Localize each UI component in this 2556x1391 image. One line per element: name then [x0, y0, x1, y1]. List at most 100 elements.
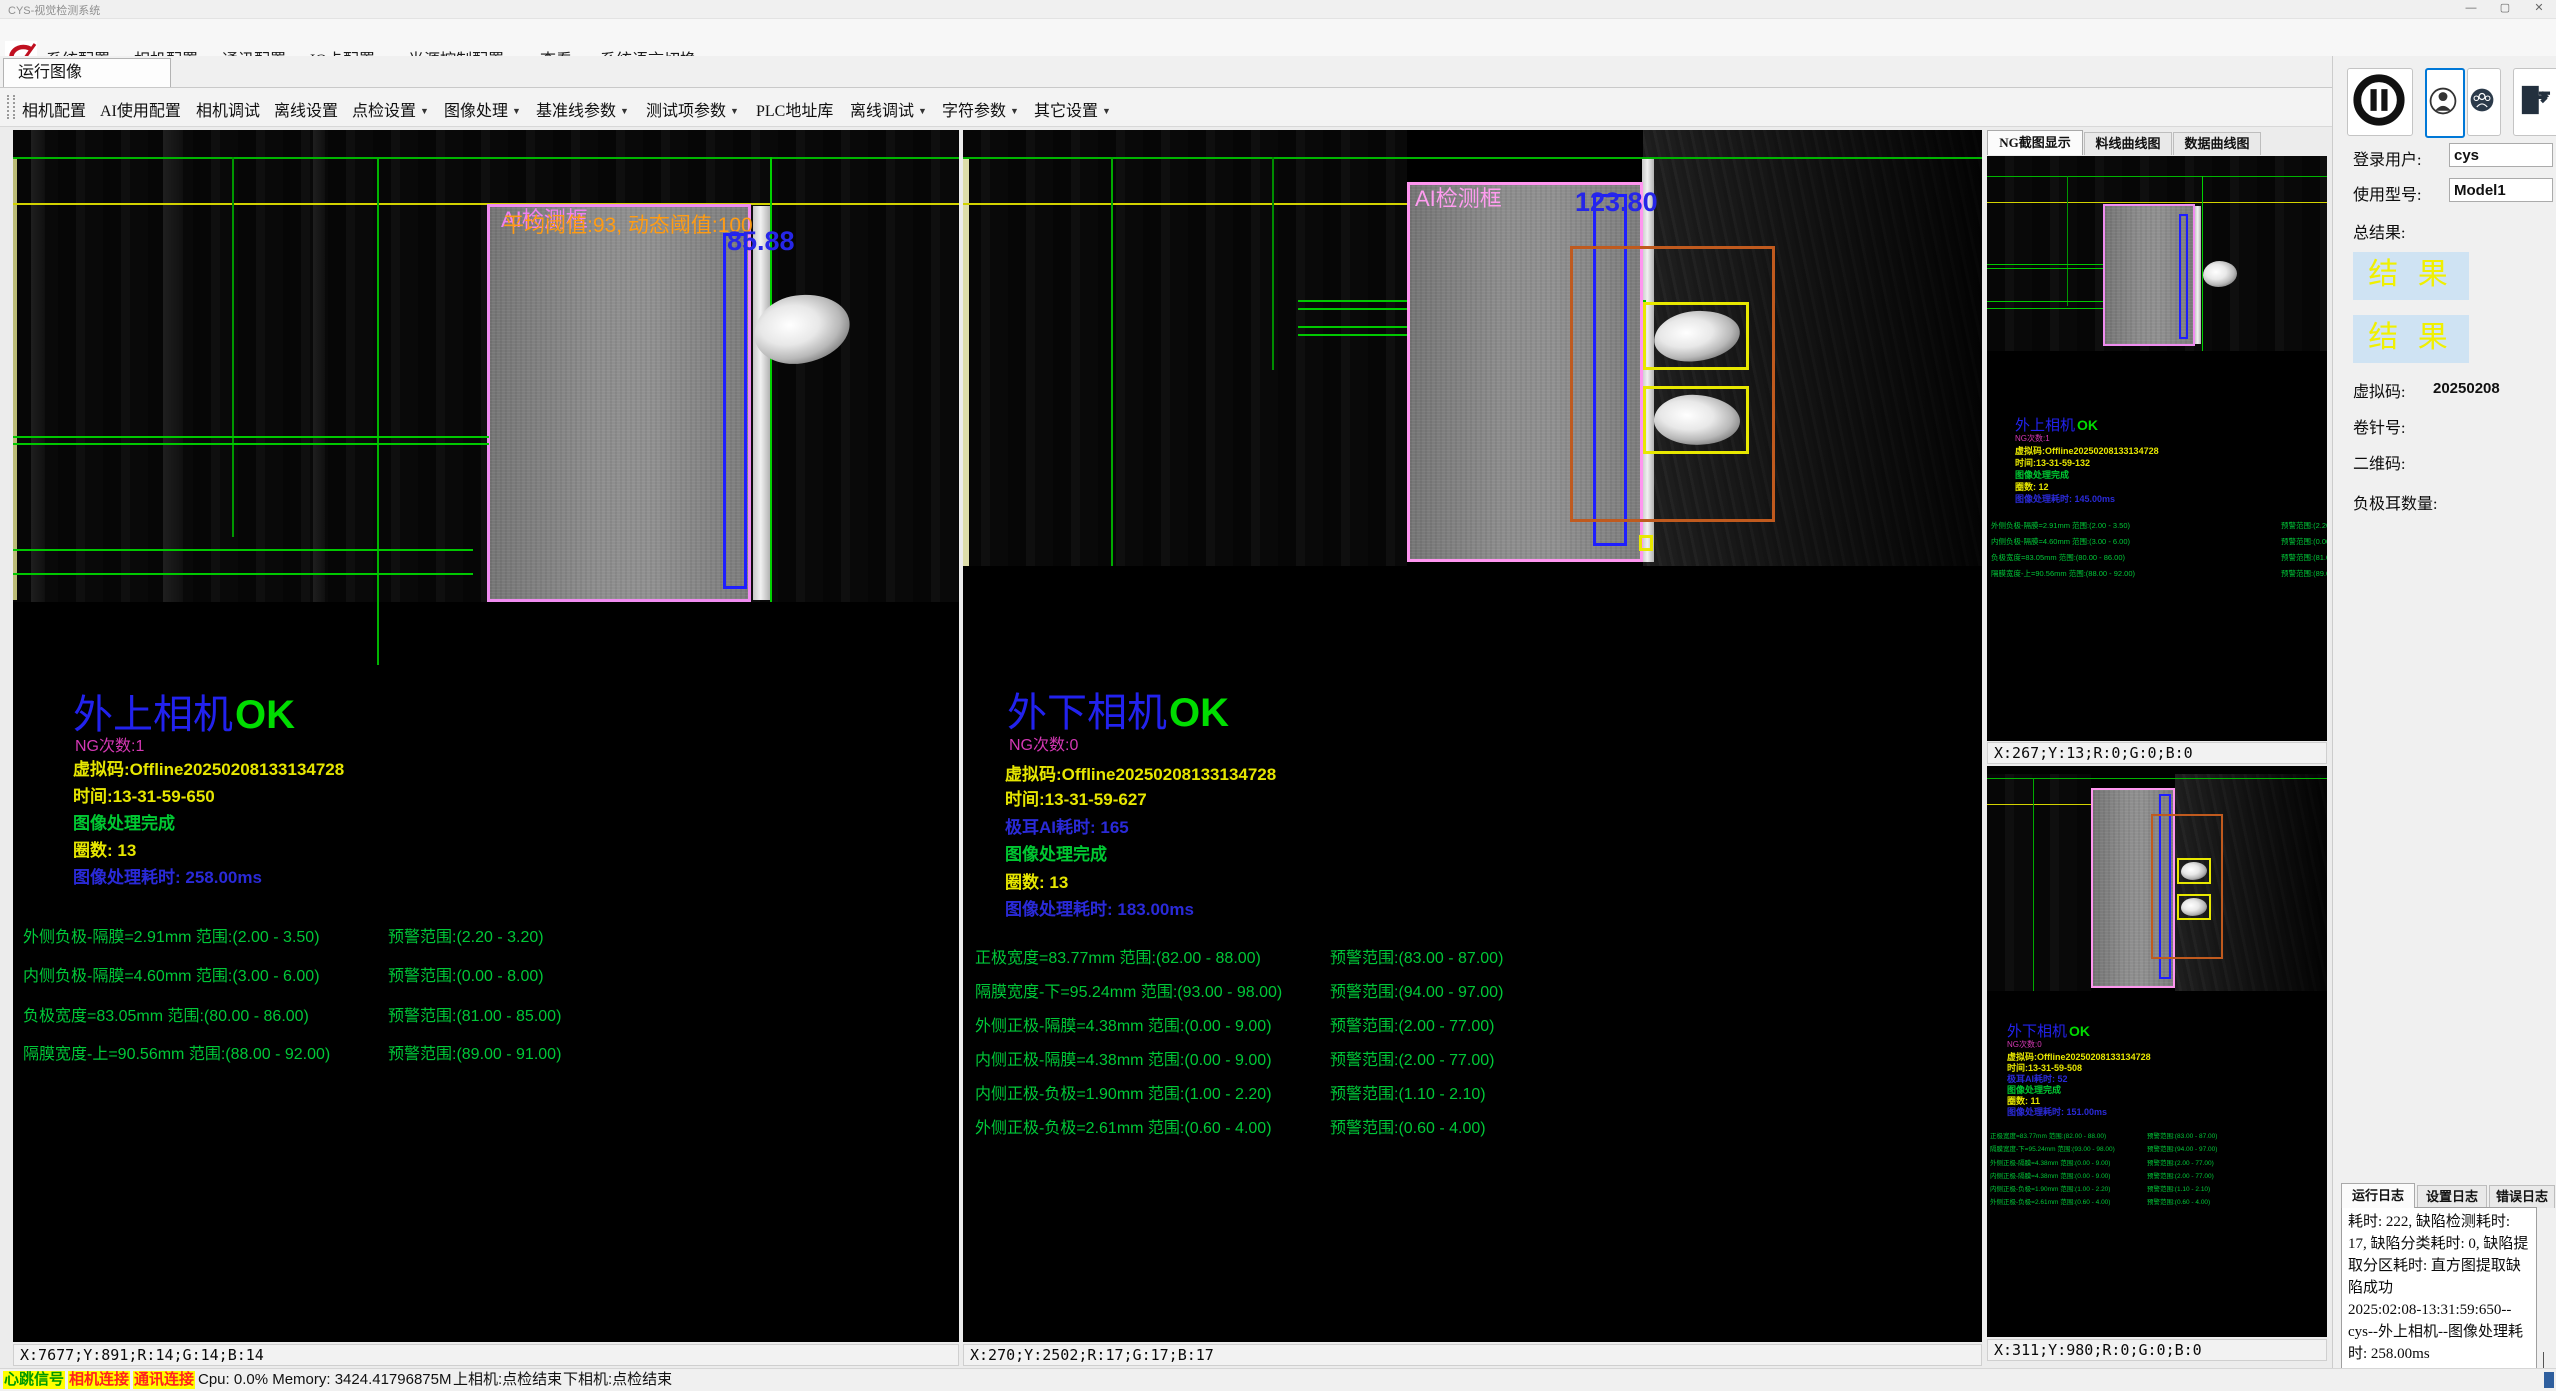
lower-camera-view[interactable]: AI检测框 123.80 外下相机OK NG次数:0 虚拟码:Offline20… — [963, 130, 1982, 1342]
virtual-code-value: 20250208 — [2433, 380, 2500, 397]
tool-test-item-params[interactable]: 测试项参数▼ — [646, 97, 739, 121]
left-camera-view[interactable]: AI检测框 平均阈值:93, 动态阈值:100 85.88 外上相机OK NG次… — [13, 130, 959, 1342]
chevron-down-icon: ▼ — [1010, 106, 1019, 116]
chevron-down-icon: ▼ — [1102, 106, 1111, 116]
measure-line — [1987, 308, 2103, 309]
film-edge-line — [13, 157, 17, 600]
model-label: 使用型号: — [2353, 181, 2421, 205]
resize-grip[interactable] — [2544, 1372, 2554, 1388]
reference-line — [232, 157, 234, 537]
left-camera-photo — [13, 130, 959, 602]
users-group-icon — [2468, 69, 2496, 131]
users-group-button[interactable] — [2467, 68, 2501, 136]
ng-tab-bar: NG截图显示 料线曲线图 数据曲线图 — [1987, 130, 2332, 156]
upper-camera-check-text: 上相机:点检结束 — [453, 1371, 562, 1389]
tool-other-settings[interactable]: 其它设置▼ — [1034, 97, 1111, 121]
chevron-down-icon: ▼ — [730, 106, 739, 116]
tab-data-curve[interactable]: 数据曲线图 — [2173, 132, 2261, 155]
user-icon — [2427, 70, 2459, 132]
defect-region-rect — [2151, 814, 2223, 959]
measure-row: 内侧负极-隔膜=4.60mm 范围:(3.00 - 6.00)预警范围:(0.0… — [13, 962, 959, 980]
process-done-text: 图像处理完成 — [73, 814, 175, 834]
tab-ng-capture[interactable]: NG截图显示 — [1987, 130, 2083, 155]
reference-line — [1987, 176, 2327, 177]
app-status-bar: 心跳信号 相机连接 通讯连接 Cpu: 0.0% Memory: 3424.41… — [0, 1368, 2556, 1391]
minimize-icon[interactable]: — — [2454, 0, 2488, 17]
width-value: 85.88 — [727, 226, 795, 257]
ai-detect-region — [487, 204, 751, 602]
model-field[interactable] — [2449, 178, 2553, 202]
measure-row: 隔膜宽度-上=90.56mm 范围:(88.00 - 92.00)预警范围:(8… — [13, 1040, 959, 1058]
close-icon[interactable]: ✕ — [2522, 0, 2556, 17]
tab-detect-box — [2177, 858, 2211, 884]
electrode-edge-strip — [753, 206, 770, 600]
run-log-text[interactable]: 耗时: 222, 缺陷检测耗时: 17, 缺陷分类耗时: 0, 缺陷提取分区耗时… — [2341, 1207, 2537, 1385]
tool-offline-setting[interactable]: 离线设置 — [274, 97, 338, 121]
baseline-yellow — [963, 203, 1409, 205]
tool-spotcheck-setting[interactable]: 点检设置▼ — [352, 97, 429, 121]
tool-ai-use-config[interactable]: AI使用配置 — [100, 97, 181, 121]
ng-capture-lower[interactable]: 外下相机OK NG次数:0 虚拟码:Offline202502081331347… — [1987, 766, 2327, 1337]
tab-run-log[interactable]: 运行日志 — [2341, 1183, 2415, 1208]
process-time: 图像处理耗时: 258.00ms — [73, 868, 262, 888]
tab-ai-time: 极耳AI耗时: 165 — [1005, 818, 1129, 838]
loop-count: 圈数: 12 — [2015, 483, 2049, 492]
tab-foil-blob — [2181, 862, 2207, 880]
tool-camera-config[interactable]: 相机配置 — [22, 97, 86, 121]
toolbar: 相机配置 AI使用配置 相机调试 离线设置 点检设置▼ 图像处理▼ 基准线参数▼… — [0, 88, 2556, 127]
maximize-icon[interactable]: ▢ — [2488, 0, 2522, 17]
baseline-yellow — [13, 203, 959, 205]
tab-detect-box — [1643, 302, 1749, 370]
reference-line — [2067, 176, 2068, 306]
toolbar-grip[interactable] — [7, 95, 15, 119]
log-scrollbar[interactable] — [2543, 1352, 2544, 1368]
page-tab-row: 运行图像 — [0, 56, 2556, 88]
camera-link-badge: 相机连接 — [68, 1371, 130, 1389]
defect-region-rect — [1570, 246, 1775, 522]
process-done-text: 图像处理完成 — [1005, 845, 1107, 865]
tool-camera-debug[interactable]: 相机调试 — [196, 97, 260, 121]
tool-image-process[interactable]: 图像处理▼ — [444, 97, 521, 121]
total-result-label: 总结果: — [2353, 219, 2405, 243]
tab-foil-blob — [1652, 307, 1742, 364]
window-title: CYS-视觉检测系统 — [8, 2, 100, 18]
edge-detect-line — [770, 157, 772, 602]
tab-line-curve[interactable]: 料线曲线图 — [2084, 132, 2172, 155]
process-done-text: 图像处理完成 — [2015, 471, 2069, 480]
electrode-edge-strip — [2195, 206, 2201, 344]
process-time: 图像处理耗时: 151.00ms — [2007, 1108, 2107, 1117]
pause-button[interactable] — [2347, 68, 2413, 136]
login-user-field[interactable] — [2449, 143, 2553, 167]
pause-icon — [2348, 69, 2410, 131]
tab-foil-blob — [2181, 898, 2207, 916]
virtual-code: 虚拟码:Offline20250208133134728 — [73, 760, 344, 780]
tool-offline-debug[interactable]: 离线调试▼ — [850, 97, 927, 121]
ai-box-label: AI检测框 — [1415, 186, 1502, 211]
ng-count: NG次数:1 — [2015, 435, 2050, 443]
edge-detect-line — [2202, 176, 2203, 351]
tool-baseline-params[interactable]: 基准线参数▼ — [536, 97, 629, 121]
process-time: 图像处理耗时: 183.00ms — [1005, 900, 1194, 920]
measure-row: 负极宽度=83.05mm 范围:(80.00 - 86.00)预警范围:(81.… — [13, 1002, 959, 1020]
measure-line — [13, 573, 473, 575]
tab-foil-blob — [1652, 392, 1741, 448]
tool-char-params[interactable]: 字符参数▼ — [942, 97, 1019, 121]
user-button[interactable] — [2425, 68, 2465, 138]
measure-line — [1987, 268, 2103, 269]
ng-count: NG次数:1 — [75, 738, 144, 756]
tool-plc-address[interactable]: PLC地址库 — [756, 97, 833, 121]
result-badge-lower: 结 果 — [2353, 315, 2469, 363]
virtual-code: 虚拟码:Offline20250208133134728 — [2015, 447, 2159, 456]
measure-line — [13, 549, 473, 551]
lower-camera-check-text: 下相机:点检结束 — [563, 1371, 672, 1389]
tab-run-image[interactable]: 运行图像 — [3, 58, 171, 87]
exit-button[interactable] — [2513, 68, 2556, 136]
negative-tab-count-label: 负极耳数量: — [2353, 490, 2437, 514]
tab-setting-log[interactable]: 设置日志 — [2417, 1185, 2487, 1208]
right-sidebar: 登录用户: 使用型号: 总结果: 结 果 结 果 虚拟码: 20250208 卷… — [2332, 56, 2556, 1390]
measure-rect — [723, 233, 747, 589]
width-value: 123.80 — [1575, 187, 1658, 218]
tab-error-log[interactable]: 错误日志 — [2489, 1185, 2555, 1208]
ng-capture-upper[interactable]: 外上相机OK NG次数:1 虚拟码:Offline202502081331347… — [1987, 156, 2327, 741]
camera-title: 外下相机OK — [2007, 1024, 2090, 1040]
